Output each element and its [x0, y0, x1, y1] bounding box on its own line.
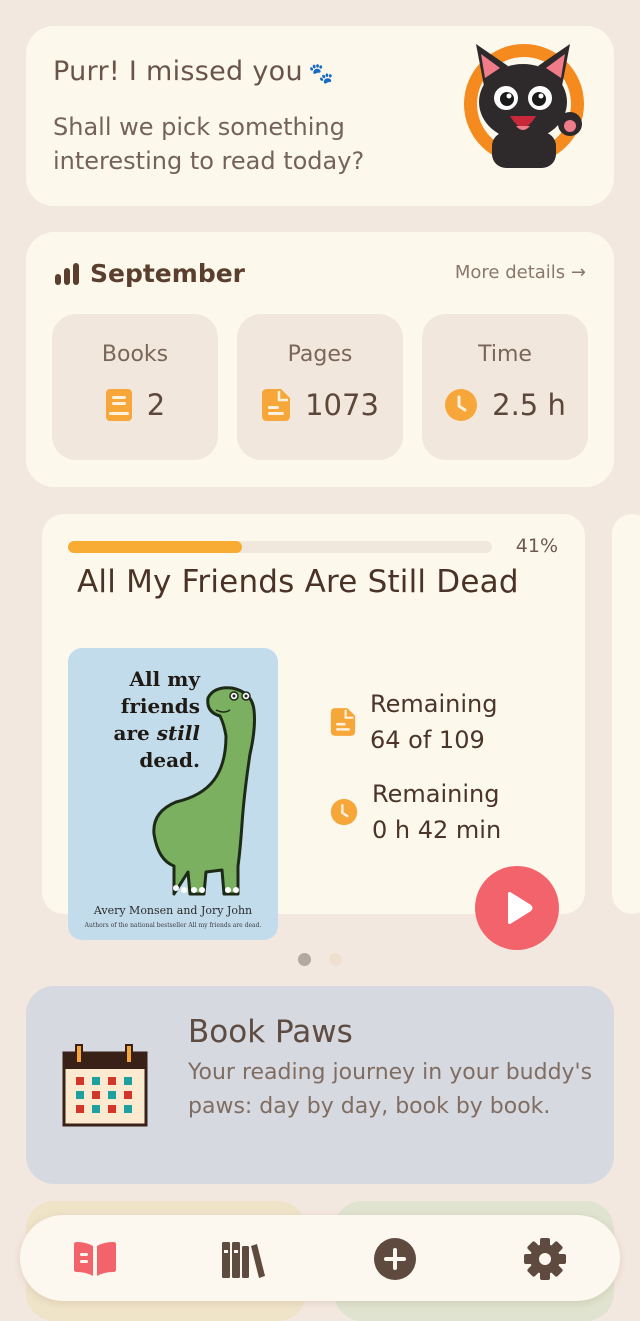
stat-books: Books 2: [52, 314, 218, 460]
clock-icon: [330, 798, 358, 826]
cover-tagline: Authors of the national bestseller All m…: [84, 922, 262, 929]
dinosaur-illustration: [152, 686, 256, 896]
remaining-pages: Remaining 64 of 109: [330, 686, 497, 758]
stats-header: September: [54, 259, 245, 288]
remaining-pages-label: Remaining: [370, 690, 498, 718]
greeting-card: Purr! I missed you 🐾 Shall we pick someth…: [26, 26, 614, 206]
book-paws-card[interactable]: Book Paws Your reading journey in your b…: [26, 986, 614, 1184]
page-icon: [262, 389, 291, 421]
settings-icon: [524, 1238, 566, 1280]
library-icon: [222, 1242, 265, 1278]
stat-books-label: Books: [101, 342, 169, 367]
carousel-indicator: [298, 953, 342, 966]
open-book-icon: [74, 1242, 116, 1276]
carousel-dot-active[interactable]: [298, 953, 311, 966]
current-book-card[interactable]: 41% All My Friends Are Still Dead All my…: [42, 514, 585, 940]
stat-time-label: Time: [478, 342, 532, 367]
reading-progress-fill: [68, 541, 242, 553]
play-button[interactable]: [475, 866, 559, 950]
next-book-card[interactable]: [612, 514, 640, 914]
calendar-icon: [62, 1044, 148, 1127]
nav-settings-button[interactable]: [522, 1236, 568, 1282]
monthly-stats-card: September More details → Books 2 Pages 1…: [26, 232, 614, 487]
book-paws-title: Book Paws: [188, 1014, 353, 1050]
nav-reading-button[interactable]: [72, 1236, 118, 1282]
greeting-subtitle: Shall we pick something interesting to r…: [53, 113, 365, 175]
stat-time: Time 2.5 h: [422, 314, 588, 460]
remaining-time-label: Remaining: [372, 780, 500, 808]
book-cover[interactable]: All my friends are still dead. Avery Mon…: [68, 648, 278, 940]
reading-progress-bar: [68, 541, 492, 553]
clock-icon: [445, 389, 478, 421]
add-icon: [374, 1238, 416, 1280]
bottom-navigation: [20, 1215, 620, 1301]
paw-icon: 🐾: [308, 61, 335, 85]
stat-pages-label: Pages: [287, 342, 353, 367]
bar-chart-icon: [55, 262, 79, 285]
stat-time-value: 2.5 h: [492, 388, 566, 422]
carousel-dot[interactable]: [329, 953, 342, 966]
stat-pages: Pages 1073: [237, 314, 403, 460]
waving-cat-icon: [464, 44, 584, 168]
book-paws-description: Your reading journey in your buddy's paw…: [188, 1060, 593, 1119]
cover-authors: Avery Monsen and Jory John: [93, 904, 253, 917]
greeting-title-text: Purr! I missed you: [53, 56, 303, 87]
nav-add-button[interactable]: [372, 1236, 418, 1282]
stat-books-value: 2: [146, 388, 166, 422]
remaining-time: Remaining 0 h 42 min: [330, 776, 501, 848]
page-icon: [330, 708, 356, 736]
more-details-link[interactable]: More details →: [455, 262, 586, 283]
stat-pages-value: 1073: [305, 388, 379, 422]
book-icon: [105, 389, 132, 421]
play-icon: [508, 892, 533, 924]
greeting-title: Purr! I missed you 🐾: [53, 56, 334, 87]
remaining-pages-value: 64 of 109: [370, 726, 485, 754]
nav-library-button[interactable]: [220, 1236, 266, 1282]
stats-month: September: [90, 259, 245, 288]
book-title: All My Friends Are Still Dead: [77, 564, 519, 600]
remaining-time-value: 0 h 42 min: [372, 816, 502, 844]
reading-progress-percent: 41%: [515, 535, 558, 557]
